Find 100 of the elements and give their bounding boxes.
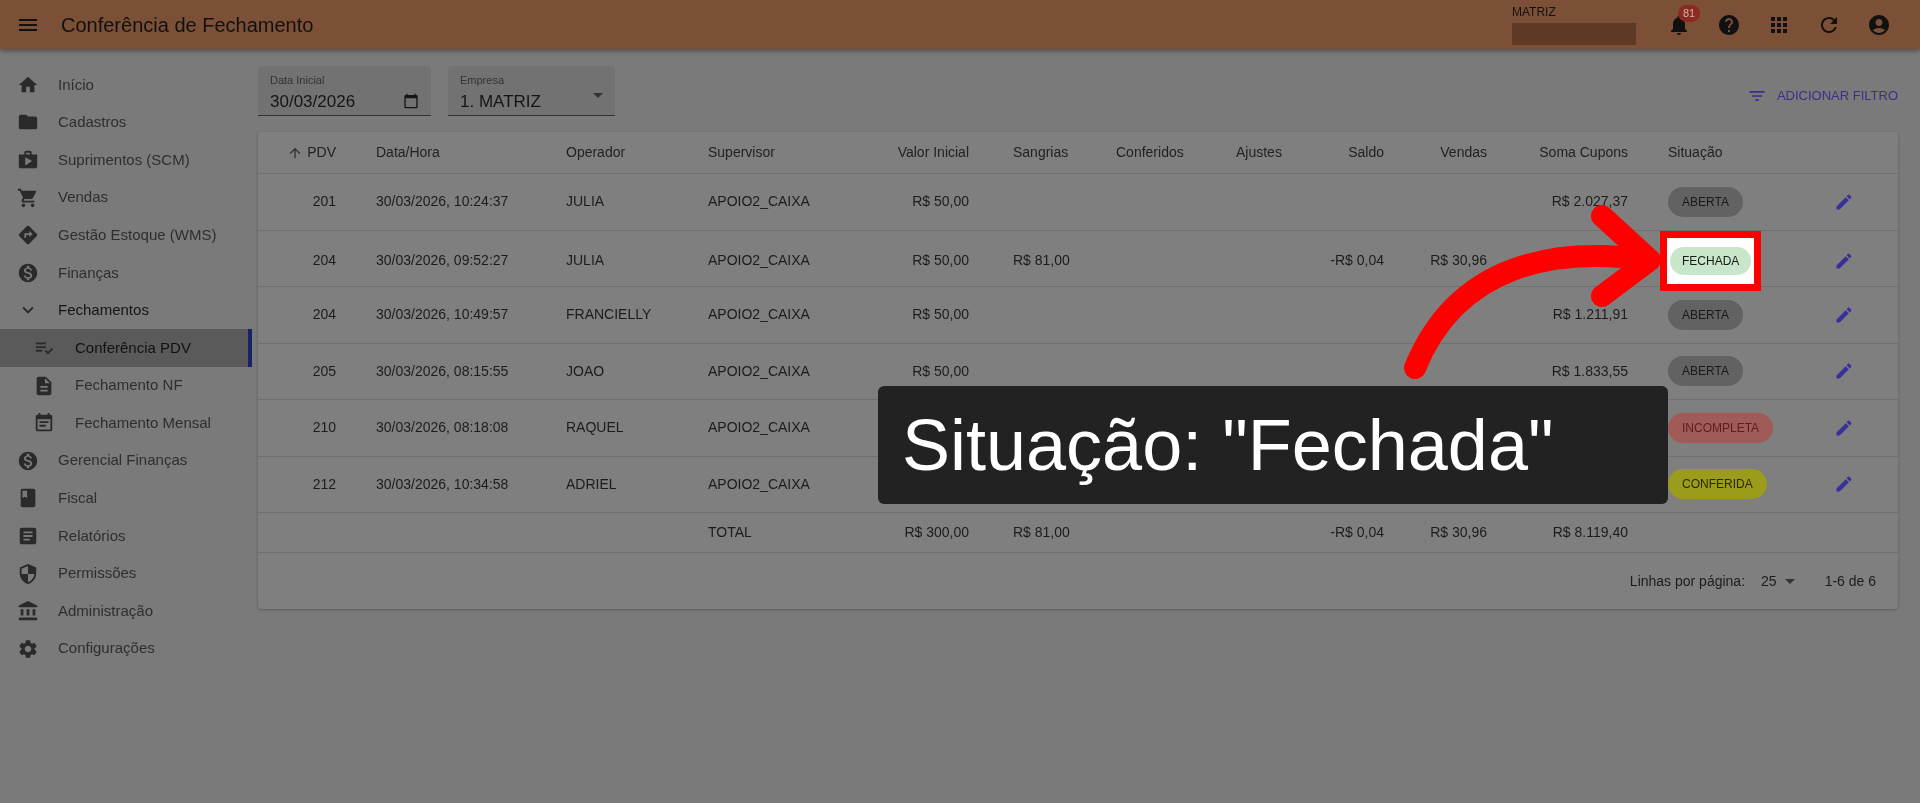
table-cell-text: 212 xyxy=(312,474,336,494)
sidebar-item[interactable]: Início xyxy=(0,66,252,104)
column-header[interactable]: Saldo xyxy=(1348,142,1384,163)
column-header[interactable]: Ajustes xyxy=(1236,142,1282,163)
table-cell-text: R$ 8.119,40 xyxy=(1552,523,1628,542)
notifications-button[interactable]: 81 xyxy=(1654,4,1704,45)
table-cell-text: 30/03/2026, 08:15:55 xyxy=(376,361,509,381)
sidebar-label: Permissões xyxy=(58,563,137,584)
sidebar-label: Conferência PDV xyxy=(75,337,191,358)
sidebar-item[interactable]: Fechamento NF xyxy=(0,366,252,405)
sidebar-label: Administração xyxy=(58,600,154,621)
rows-per-page-select[interactable]: 25 xyxy=(1761,570,1795,592)
column-header[interactable]: Valor Inicial xyxy=(897,142,969,163)
field-value: 1. MATRIZ xyxy=(460,90,541,113)
table-cell-text: 30/03/2026, 10:24:37 xyxy=(376,192,509,212)
bank-icon xyxy=(17,600,39,623)
table-cell-text: 201 xyxy=(312,192,336,212)
column-header[interactable]: Conferidos xyxy=(1116,142,1184,163)
add-filter-button[interactable]: ADICIONAR FILTRO xyxy=(1746,86,1898,106)
table-cell-text: APOIO2_CAIXA xyxy=(708,474,810,494)
field-value: 30/03/2026 xyxy=(270,90,356,113)
sidebar-label: Início xyxy=(58,74,94,95)
sidebar-label: Vendas xyxy=(58,187,109,208)
sidebar-item[interactable]: Gerencial Finanças xyxy=(0,441,252,480)
column-header[interactable]: Supervisor xyxy=(708,142,775,163)
table-cell-text: -R$ 0,04 xyxy=(1330,523,1384,542)
column-header[interactable]: Soma Cupons xyxy=(1539,142,1628,163)
column-header[interactable]: Sangrias xyxy=(1013,142,1069,163)
edit-pencil-icon[interactable] xyxy=(1834,250,1854,271)
sidebar-label: Cadastros xyxy=(58,112,127,133)
diamond-arrow-icon xyxy=(17,224,39,247)
field-label: Empresa xyxy=(460,73,506,88)
table-cell-text: FRANCIELLY xyxy=(566,305,652,325)
edit-pencil-icon[interactable] xyxy=(1834,304,1854,325)
table-cell-text: APOIO2_CAIXA xyxy=(708,418,810,438)
column-header[interactable]: PDV xyxy=(307,142,336,163)
status-badge: INCOMPLETA xyxy=(1668,412,1774,443)
shield-icon xyxy=(17,562,39,585)
sidebar-item[interactable]: Fechamentos xyxy=(0,291,252,330)
table-cell-text: R$ 30,96 xyxy=(1430,251,1487,270)
table-cell-text: JULIA xyxy=(566,251,605,270)
dropdown-caret-icon xyxy=(593,92,603,98)
table-cell-text: R$ 30,96 xyxy=(1430,523,1487,542)
sidebar-item[interactable]: Permissões xyxy=(0,554,252,593)
table-cell-text: RAQUEL xyxy=(566,418,624,438)
gear-icon xyxy=(17,637,39,660)
column-header[interactable]: Situação xyxy=(1668,142,1723,163)
table-cell-text: 204 xyxy=(312,305,336,325)
table-cell-text: -R$ 0,04 xyxy=(1330,251,1384,270)
sidebar-label: Fiscal xyxy=(58,488,98,509)
status-badge: CONFERIDA xyxy=(1668,469,1767,500)
status-badge: ABERTA xyxy=(1668,299,1743,330)
table-cell-text: APOIO2_CAIXA xyxy=(708,305,810,325)
sidebar-item[interactable]: Configurações xyxy=(0,629,252,668)
status-badge: ABERTA xyxy=(1668,186,1743,217)
table-cell-text: 30/03/2026, 08:18:08 xyxy=(376,418,509,438)
sidebar-item[interactable]: Cadastros xyxy=(0,103,252,142)
sidebar-item[interactable]: Administração xyxy=(0,592,252,630)
total-label: TOTAL xyxy=(708,523,752,542)
edit-pencil-icon[interactable] xyxy=(1834,191,1854,212)
sidebar-item[interactable]: Finanças xyxy=(0,253,252,292)
table-cell-text: ADRIEL xyxy=(566,474,617,494)
column-header[interactable]: Data/Hora xyxy=(376,142,440,163)
column-header[interactable]: Operador xyxy=(566,142,626,163)
sidebar-item[interactable]: Relatórios xyxy=(0,517,252,555)
company-select[interactable]: Empresa 1. MATRIZ xyxy=(448,66,615,116)
table-cell-text: 30/03/2026, 09:52:27 xyxy=(376,251,509,270)
table-cell-text: 205 xyxy=(312,361,336,381)
date-field[interactable]: Data Inicial 30/03/2026 xyxy=(258,66,431,116)
table-cell-text: R$ 81,00 xyxy=(1013,523,1070,542)
edit-pencil-icon[interactable] xyxy=(1834,417,1854,438)
table-cell-text: APOIO2_CAIXA xyxy=(708,251,810,270)
sidebar-label: Configurações xyxy=(58,638,155,659)
sidebar-item[interactable]: Suprimentos (SCM) xyxy=(0,141,252,179)
table-cell-text: R$ 300,00 xyxy=(904,523,969,542)
table-cell-text: R$ 50,00 xyxy=(912,361,969,381)
column-header[interactable]: Vendas xyxy=(1440,142,1487,163)
sidebar-label: Relatórios xyxy=(58,525,126,546)
dollar-icon xyxy=(17,261,39,284)
status-badge: FECHADA xyxy=(1670,246,1752,275)
edit-pencil-icon[interactable] xyxy=(1834,474,1854,495)
sidebar-item[interactable]: Vendas xyxy=(0,178,252,217)
sidebar-item[interactable]: Fechamento Mensal xyxy=(0,404,252,442)
table-cell-text: R$ 81,00 xyxy=(1013,251,1070,270)
sidebar-label: Fechamento Mensal xyxy=(75,412,211,433)
sidebar-item[interactable]: Conferência PDV xyxy=(0,329,252,367)
table-cell-text: R$ 50,00 xyxy=(912,251,969,270)
calendar-icon[interactable] xyxy=(403,93,419,110)
sidebar-label: Fechamento NF xyxy=(75,375,183,396)
notification-count: 81 xyxy=(1678,4,1701,22)
table-cell-text: APOIO2_CAIXA xyxy=(708,192,810,212)
sidebar-label: Suprimentos (SCM) xyxy=(58,149,190,170)
table-cell-text: APOIO2_CAIXA xyxy=(708,361,810,381)
sidebar-item[interactable]: Gestão Estoque (WMS) xyxy=(0,216,252,254)
table-cell-text: 210 xyxy=(312,418,336,438)
cart-icon xyxy=(17,186,39,209)
table-cell-text: 30/03/2026, 10:49:57 xyxy=(376,305,509,325)
edit-pencil-icon[interactable] xyxy=(1834,361,1854,382)
sidebar-item[interactable]: Fiscal xyxy=(0,479,252,518)
sidebar-label: Finanças xyxy=(58,262,119,283)
